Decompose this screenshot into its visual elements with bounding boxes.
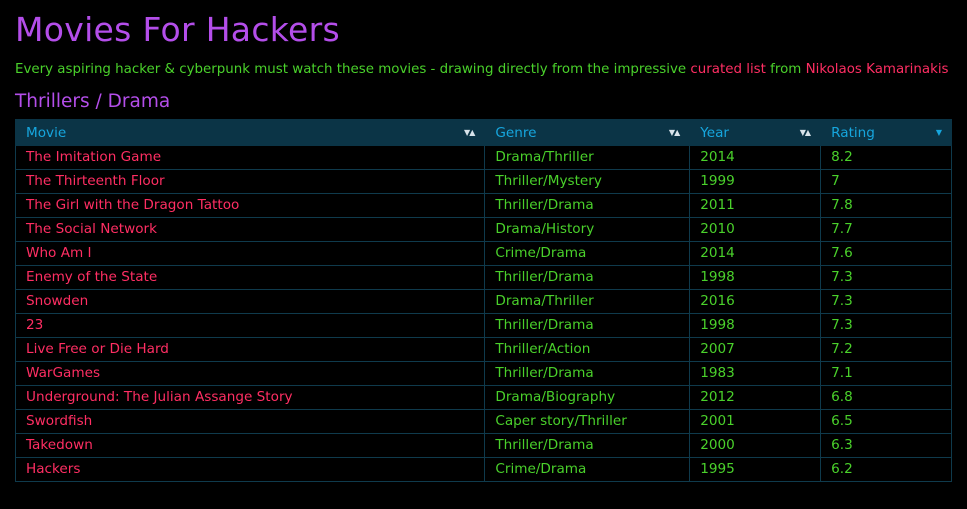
genre-cell: Thriller/Drama (484, 361, 691, 386)
table-body: The Imitation Game Drama/Thriller 2014 8.2 T… (14, 145, 952, 482)
column-header-genre[interactable]: Genre ▼▲ (484, 119, 691, 146)
table-row: The Thirteenth Floor Thriller/Mystery 1999… (14, 169, 952, 194)
rating-cell: 7 (820, 169, 952, 194)
table-row: 23 Thriller/Drama 1998 7.3 (14, 313, 952, 338)
column-header-label: Year (700, 124, 730, 141)
movie-title-cell: The Social Network (14, 217, 486, 242)
column-header-label: Movie (26, 124, 67, 141)
movie-title-cell: Hackers (14, 457, 486, 482)
year-cell: 1998 (689, 313, 822, 338)
sort-both-icon: ▼▲ (799, 128, 811, 137)
table-header-row: Movie ▼▲ Genre ▼▲ Year ▼▲ Rating ▼ (14, 119, 952, 146)
movie-title-cell: Enemy of the State (14, 265, 486, 290)
movie-title-cell: Swordfish (14, 409, 486, 434)
table-row: WarGames Thriller/Drama 1983 7.1 (14, 361, 952, 386)
rating-cell: 6.3 (820, 433, 952, 458)
year-cell: 1995 (689, 457, 822, 482)
column-header-movie[interactable]: Movie ▼▲ (14, 119, 486, 146)
intro-from-text: from (765, 62, 806, 77)
rating-cell: 7.3 (820, 313, 952, 338)
curated-list-link[interactable]: curated list (690, 62, 765, 77)
intro-text: Every aspiring hacker & cyberpunk must w… (15, 62, 691, 77)
column-header-year[interactable]: Year ▼▲ (689, 119, 822, 146)
rating-cell: 7.3 (820, 265, 952, 290)
column-header-label: Rating (831, 124, 875, 141)
movie-title-cell: Underground: The Julian Assange Story (14, 385, 486, 410)
genre-cell: Crime/Drama (484, 241, 691, 266)
movie-title-cell: Live Free or Die Hard (14, 337, 486, 362)
movie-title-cell: WarGames (14, 361, 486, 386)
year-cell: 1999 (689, 169, 822, 194)
year-cell: 2007 (689, 337, 822, 362)
table-row: Live Free or Die Hard Thriller/Action 2007… (14, 337, 952, 362)
column-header-label: Genre (495, 124, 537, 141)
genre-cell: Thriller/Drama (484, 433, 691, 458)
movie-title-cell: 23 (14, 313, 486, 338)
section-title: Thrillers / Drama (15, 91, 171, 112)
movie-title-cell: Who Am I (14, 241, 486, 266)
genre-cell: Caper story/Thriller (484, 409, 691, 434)
genre-cell: Drama/Thriller (484, 289, 691, 314)
movies-table: Movie ▼▲ Genre ▼▲ Year ▼▲ Rating ▼ The Imita… (14, 119, 952, 482)
genre-cell: Thriller/Mystery (484, 169, 691, 194)
year-cell: 2000 (689, 433, 822, 458)
page-title: Movies For Hackers (15, 10, 340, 49)
year-cell: 2014 (689, 241, 822, 266)
rating-cell: 6.2 (820, 457, 952, 482)
column-header-rating[interactable]: Rating ▼ (820, 119, 952, 146)
genre-cell: Drama/Biography (484, 385, 691, 410)
year-cell: 1983 (689, 361, 822, 386)
genre-cell: Thriller/Drama (484, 265, 691, 290)
rating-cell: 7.2 (820, 337, 952, 362)
table-row: Hackers Crime/Drama 1995 6.2 (14, 457, 952, 482)
intro-paragraph: Every aspiring hacker & cyberpunk must w… (15, 61, 952, 79)
page: Movies For Hackers Every aspiring hacker… (0, 0, 967, 482)
rating-cell: 8.2 (820, 145, 952, 170)
table-row: The Girl with the Dragon Tattoo Thriller/… (14, 193, 952, 218)
sort-both-icon: ▼▲ (668, 128, 680, 137)
genre-cell: Drama/Thriller (484, 145, 691, 170)
table-row: The Social Network Drama/History 2010 7.7 (14, 217, 952, 242)
movie-title-cell: Snowden (14, 289, 486, 314)
year-cell: 2012 (689, 385, 822, 410)
year-cell: 2016 (689, 289, 822, 314)
rating-cell: 7.8 (820, 193, 952, 218)
rating-cell: 7.7 (820, 217, 952, 242)
movie-title-cell: The Girl with the Dragon Tattoo (14, 193, 486, 218)
rating-cell: 6.5 (820, 409, 952, 434)
movie-title-cell: The Thirteenth Floor (14, 169, 486, 194)
sort-descending-icon: ▼ (935, 128, 942, 137)
genre-cell: Crime/Drama (484, 457, 691, 482)
table-row: Enemy of the State Thriller/Drama 1998 7.3 (14, 265, 952, 290)
genre-cell: Thriller/Drama (484, 193, 691, 218)
genre-cell: Thriller/Drama (484, 313, 691, 338)
author-link[interactable]: Nikolaos Kamarinakis (806, 62, 949, 77)
movie-title-cell: The Imitation Game (14, 145, 486, 170)
rating-cell: 7.3 (820, 289, 952, 314)
table-row: Snowden Drama/Thriller 2016 7.3 (14, 289, 952, 314)
movie-title-cell: Takedown (14, 433, 486, 458)
table-row: Underground: The Julian Assange Story Dra… (14, 385, 952, 410)
rating-cell: 6.8 (820, 385, 952, 410)
year-cell: 2011 (689, 193, 822, 218)
table-row: Swordfish Caper story/Thriller 2001 6.5 (14, 409, 952, 434)
rating-cell: 7.1 (820, 361, 952, 386)
genre-cell: Thriller/Action (484, 337, 691, 362)
genre-cell: Drama/History (484, 217, 691, 242)
year-cell: 2001 (689, 409, 822, 434)
year-cell: 2010 (689, 217, 822, 242)
sort-both-icon: ▼▲ (464, 128, 475, 137)
table-row: The Imitation Game Drama/Thriller 2014 8.2 (14, 145, 952, 170)
rating-cell: 7.6 (820, 241, 952, 266)
table-row: Takedown Thriller/Drama 2000 6.3 (14, 433, 952, 458)
table-row: Who Am I Crime/Drama 2014 7.6 (14, 241, 952, 266)
year-cell: 1998 (689, 265, 822, 290)
year-cell: 2014 (689, 145, 822, 170)
